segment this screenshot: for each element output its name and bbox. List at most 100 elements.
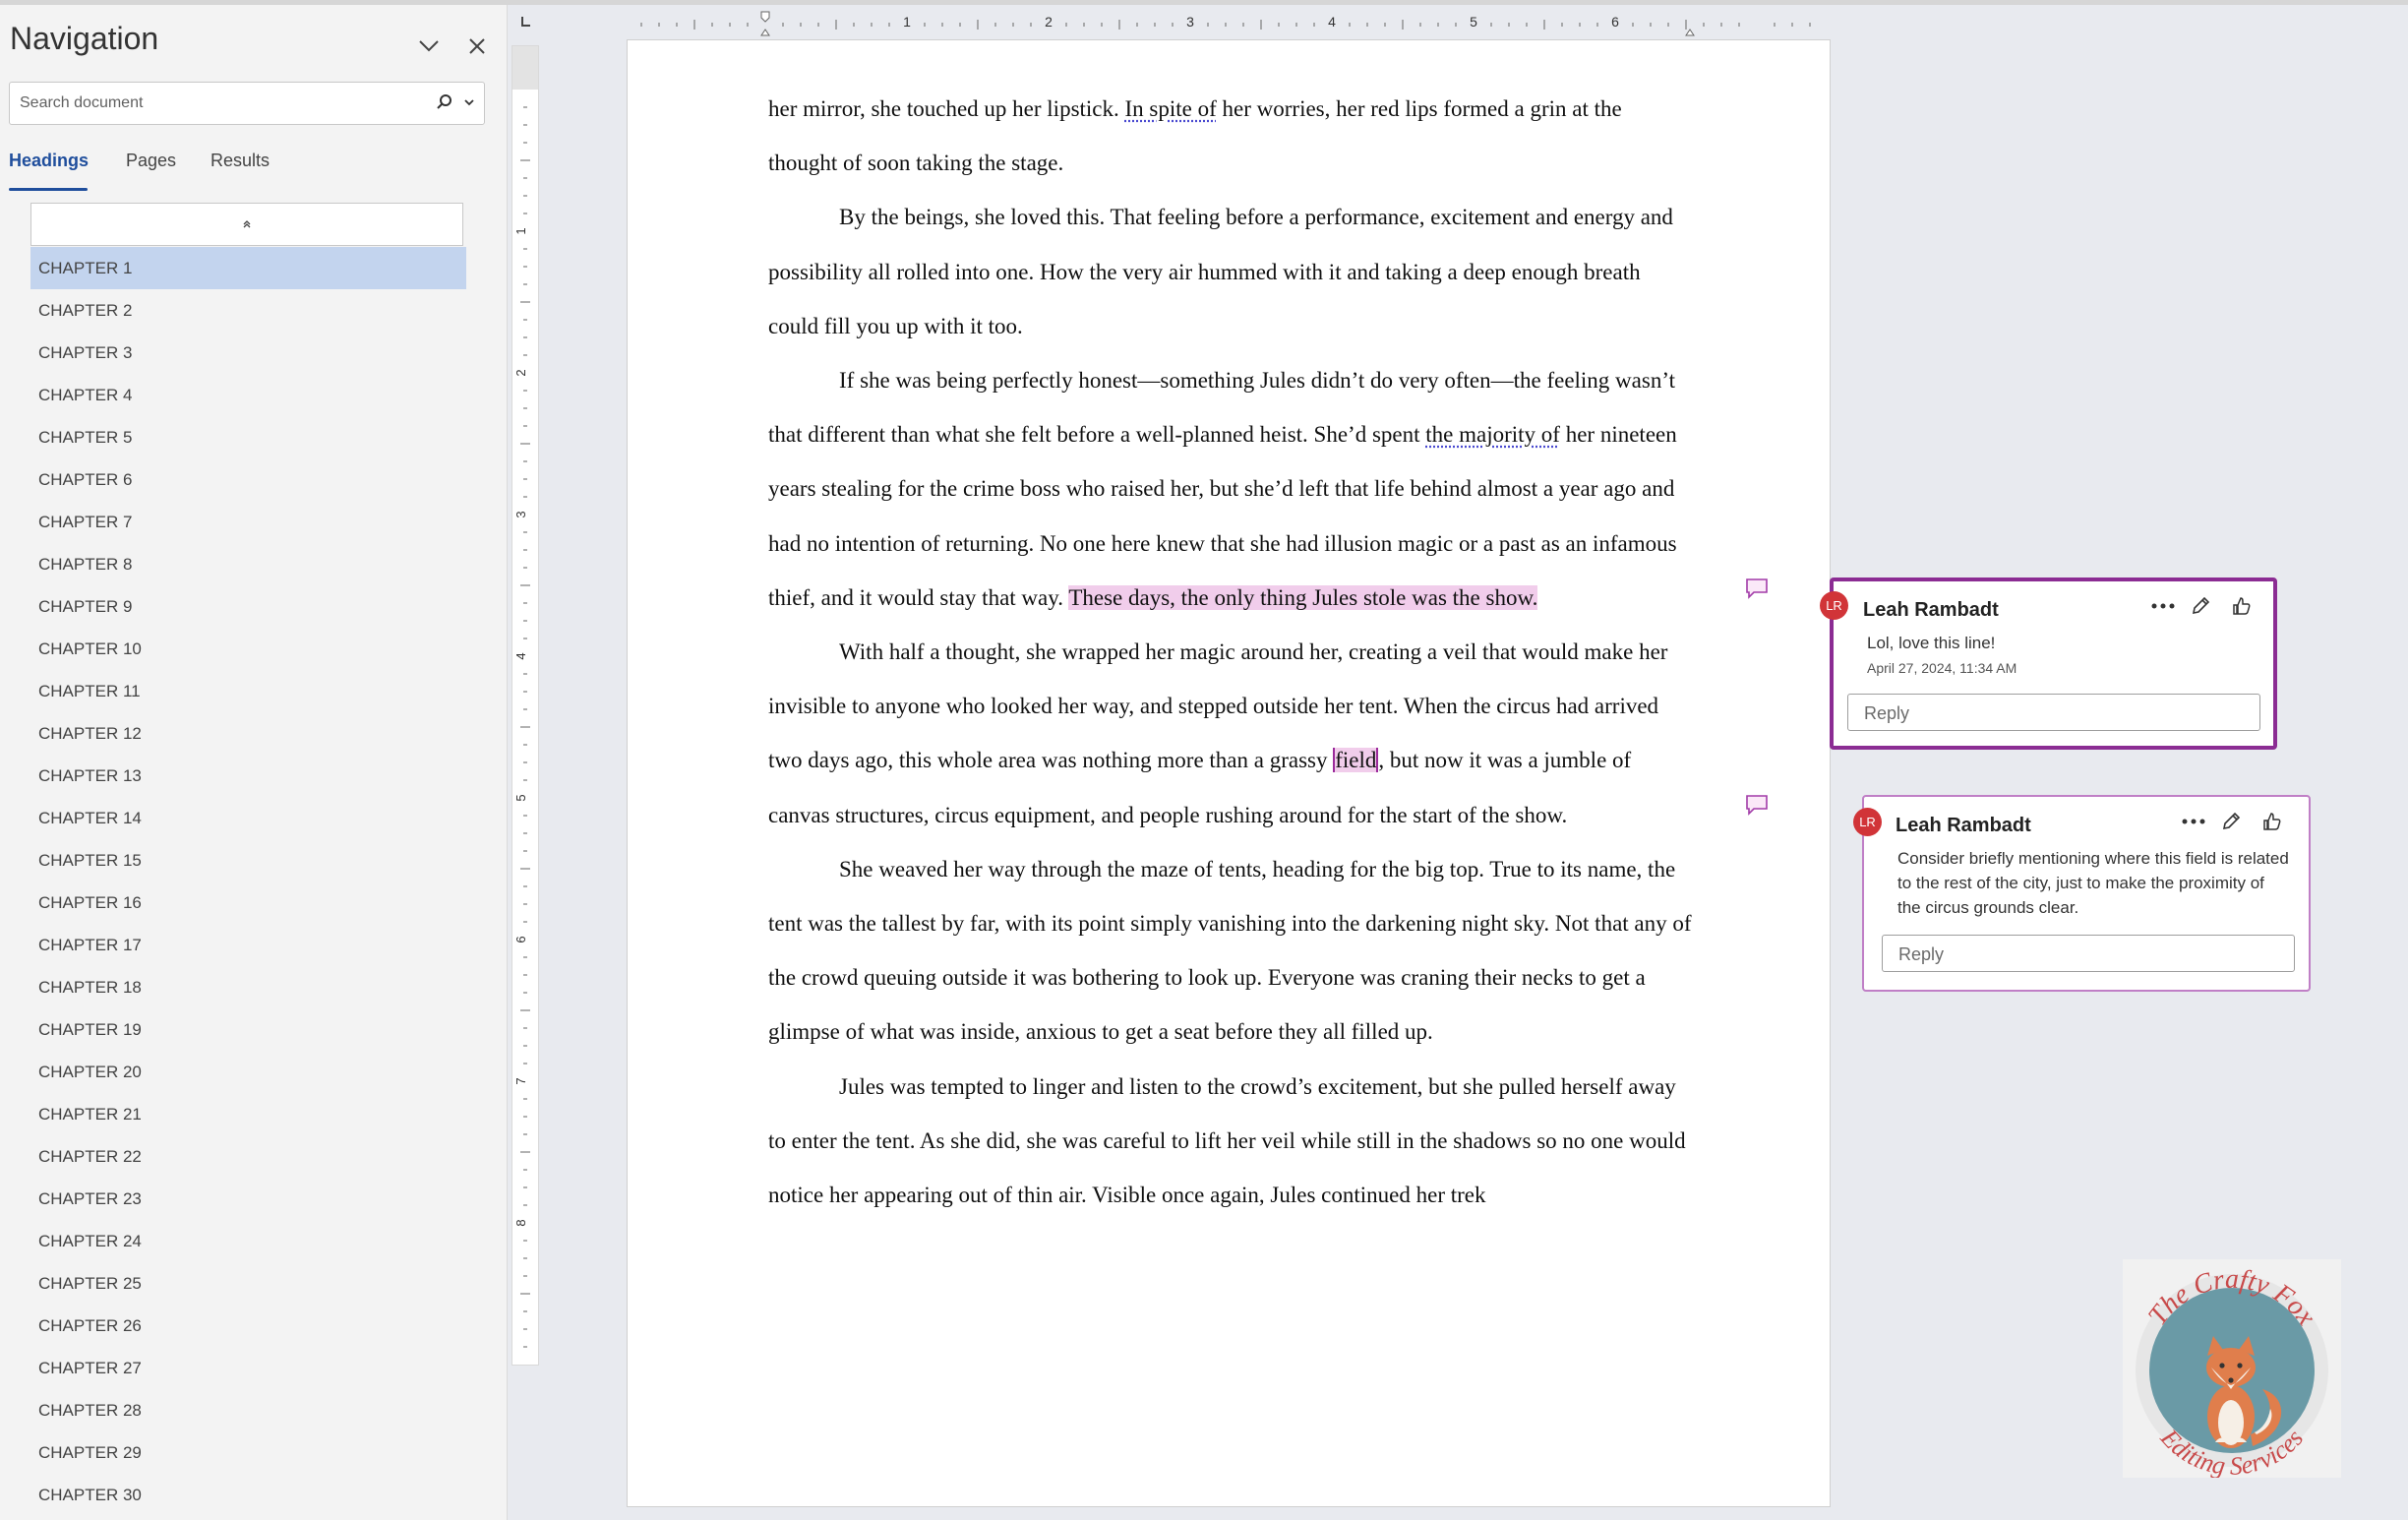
ruler-number: 1 <box>513 227 528 234</box>
heading-item[interactable]: CHAPTER 1 <box>30 247 466 289</box>
text-run: her mirror, she touched up her lipstick. <box>768 96 1125 121</box>
heading-item[interactable]: CHAPTER 16 <box>30 882 466 924</box>
collapse-all-button[interactable] <box>30 203 463 246</box>
document-page[interactable]: her mirror, she touched up her lipstick.… <box>627 39 1831 1507</box>
heading-item[interactable]: CHAPTER 25 <box>30 1262 466 1305</box>
crafty-fox-logo: The Crafty Fox Editing Services <box>2123 1259 2341 1478</box>
hanging-indent-marker[interactable] <box>760 29 770 36</box>
heading-item[interactable]: CHAPTER 2 <box>30 289 466 332</box>
vertical-ruler[interactable]: 1 2 3 4 5 6 7 8 <box>512 45 539 1366</box>
ruler-number: 1 <box>903 14 911 30</box>
heading-item[interactable]: CHAPTER 17 <box>30 924 466 966</box>
comment-date: April 27, 2024, 11:34 AM <box>1867 660 2017 676</box>
grammar-suggestion-underline[interactable]: the majority of <box>1425 422 1560 447</box>
heading-item[interactable]: CHAPTER 29 <box>30 1431 466 1474</box>
paragraph[interactable]: her mirror, she touched up her lipstick.… <box>768 82 1693 190</box>
more-options-icon <box>2182 819 2205 824</box>
heading-item[interactable]: CHAPTER 30 <box>30 1474 466 1516</box>
heading-item[interactable]: CHAPTER 8 <box>30 543 466 585</box>
ruler-number: 3 <box>1186 14 1194 30</box>
heading-item[interactable]: CHAPTER 22 <box>30 1135 466 1178</box>
commented-text-highlight[interactable]: field <box>1333 748 1379 773</box>
edit-pencil-icon <box>2192 596 2210 615</box>
heading-item[interactable]: CHAPTER 28 <box>30 1389 466 1431</box>
horizontal-ruler[interactable]: 1 2 3 4 5 6 <box>547 10 1826 39</box>
paragraph[interactable]: Jules was tempted to linger and listen t… <box>768 1060 1693 1223</box>
text-run: her nineteen years stealing for the crim… <box>768 422 1677 610</box>
ruler-number: 6 <box>1611 14 1619 30</box>
ruler-number: 5 <box>1470 14 1477 30</box>
heading-item[interactable]: CHAPTER 26 <box>30 1305 466 1347</box>
like-comment-button[interactable] <box>2259 809 2285 834</box>
heading-item[interactable]: CHAPTER 4 <box>30 374 466 416</box>
reply-box <box>1847 694 2260 732</box>
vertical-ruler-scale: 1 2 3 4 5 6 7 8 <box>513 106 530 1348</box>
tab-headings[interactable]: Headings <box>9 151 89 171</box>
heading-item[interactable]: CHAPTER 15 <box>30 839 466 882</box>
pane-options-button[interactable] <box>409 27 449 66</box>
reply-box <box>1882 935 2295 973</box>
paragraph[interactable]: If she was being perfectly honest—someth… <box>768 353 1693 625</box>
avatar: LR <box>1820 591 1848 620</box>
close-icon <box>469 38 485 54</box>
comment-marker-icon[interactable] <box>1745 578 1769 599</box>
heading-item[interactable]: CHAPTER 18 <box>30 966 466 1008</box>
comment-text: Lol, love this line! <box>1867 634 1996 652</box>
grammar-suggestion-underline[interactable]: In spite of <box>1125 96 1217 121</box>
search-options-chevron-icon[interactable] <box>460 93 478 111</box>
heading-item[interactable]: CHAPTER 6 <box>30 458 466 501</box>
right-indent-marker[interactable] <box>1685 29 1695 36</box>
paragraph[interactable]: By the beings, she loved this. That feel… <box>768 190 1693 353</box>
heading-item[interactable]: CHAPTER 5 <box>30 416 466 458</box>
commented-text-highlight[interactable]: These days, the only thing Jules stole w… <box>1068 584 1538 610</box>
comment-card[interactable]: LR Leah Rambadt Consider briefly mention… <box>1853 795 2311 992</box>
edit-pencil-icon <box>2222 812 2241 830</box>
reply-input[interactable] <box>1896 936 2251 973</box>
ruler-number: 2 <box>1045 14 1053 30</box>
tab-stop-selector-icon[interactable] <box>519 16 531 28</box>
comment-author: Leah Rambadt <box>1896 815 2031 836</box>
close-pane-button[interactable] <box>457 27 497 66</box>
heading-item[interactable]: CHAPTER 21 <box>30 1093 466 1135</box>
document-body[interactable]: her mirror, she touched up her lipstick.… <box>768 82 1693 1222</box>
heading-item[interactable]: CHAPTER 19 <box>30 1008 466 1051</box>
heading-item[interactable]: CHAPTER 23 <box>30 1178 466 1220</box>
comment-card[interactable]: LR Leah Rambadt Lol, love this line! Apr… <box>1820 578 2277 750</box>
heading-item[interactable]: CHAPTER 13 <box>30 755 466 797</box>
comment-marker-icon[interactable] <box>1745 794 1769 816</box>
heading-item[interactable]: CHAPTER 9 <box>30 585 466 628</box>
first-line-indent-marker[interactable] <box>760 11 770 23</box>
more-options-icon <box>2151 603 2175 609</box>
paragraph[interactable]: She weaved her way through the maze of t… <box>768 842 1693 1060</box>
more-options-button[interactable] <box>2150 593 2176 619</box>
like-comment-button[interactable] <box>2229 593 2255 619</box>
reply-input[interactable] <box>1862 695 2216 732</box>
heading-item[interactable]: CHAPTER 14 <box>30 797 466 839</box>
ruler-number: 8 <box>513 1219 528 1226</box>
chevron-down-icon <box>419 40 439 52</box>
heading-item[interactable]: CHAPTER 27 <box>30 1347 466 1389</box>
heading-list: CHAPTER 1 CHAPTER 2 CHAPTER 3 CHAPTER 4 … <box>30 247 466 1516</box>
edit-comment-button[interactable] <box>2188 593 2213 619</box>
more-options-button[interactable] <box>2181 809 2206 834</box>
heading-item[interactable]: CHAPTER 20 <box>30 1051 466 1093</box>
tab-pages[interactable]: Pages <box>126 151 176 171</box>
heading-item[interactable]: CHAPTER 10 <box>30 628 466 670</box>
heading-item[interactable]: CHAPTER 3 <box>30 332 466 374</box>
comment-author: Leah Rambadt <box>1863 599 1999 621</box>
heading-item[interactable]: CHAPTER 11 <box>30 670 466 712</box>
edit-comment-button[interactable] <box>2218 809 2244 834</box>
ruler-number: 3 <box>513 511 528 517</box>
active-tab-indicator <box>9 188 88 191</box>
search-input[interactable] <box>18 83 435 124</box>
heading-item[interactable]: CHAPTER 12 <box>30 712 466 755</box>
navigation-pane: Navigation Headings Pages Results CHAPTE… <box>0 5 508 1520</box>
paragraph[interactable]: With half a thought, she wrapped her mag… <box>768 625 1693 842</box>
comment-text: Consider briefly mentioning where this f… <box>1897 849 2289 917</box>
ruler-number: 2 <box>513 369 528 376</box>
heading-item[interactable]: CHAPTER 24 <box>30 1220 466 1262</box>
ruler-number: 6 <box>513 936 528 942</box>
tab-results[interactable]: Results <box>211 151 270 171</box>
heading-item[interactable]: CHAPTER 7 <box>30 501 466 543</box>
search-icon[interactable] <box>435 92 454 112</box>
